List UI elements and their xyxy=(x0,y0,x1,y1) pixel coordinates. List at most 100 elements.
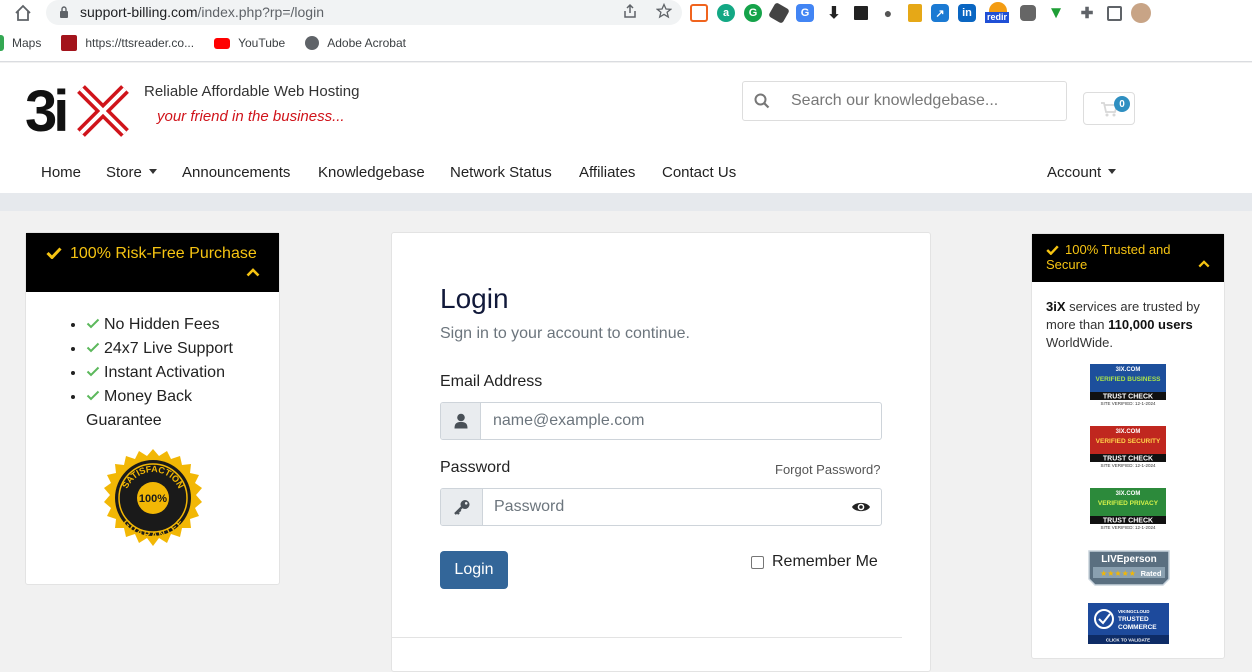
nav-affiliates[interactable]: Affiliates xyxy=(579,164,635,181)
bookmark-label: Adobe Acrobat xyxy=(327,36,406,50)
cart-count-badge: 0 xyxy=(1114,96,1130,112)
ext-grammarly-icon[interactable]: G xyxy=(744,4,762,22)
badge-text: TRUST CHECK xyxy=(1103,518,1153,525)
risk-free-panel: 100% Risk-Free Purchase No Hidden Fees 2… xyxy=(25,232,280,585)
ext-clipboard-icon[interactable] xyxy=(908,4,922,22)
share-icon[interactable] xyxy=(622,3,638,19)
site-logo[interactable]: 3i xyxy=(25,79,129,144)
badge-text: TRUST CHECK xyxy=(1103,456,1153,463)
login-subtitle: Sign in to your account to continue. xyxy=(440,325,690,342)
bookmark-label: Maps xyxy=(12,36,42,50)
bookmark-adobe[interactable]: Adobe Acrobat xyxy=(305,36,406,50)
globe-icon xyxy=(305,36,320,50)
list-item-text: Money Back Guarantee xyxy=(86,388,193,429)
remember-me[interactable]: Remember Me xyxy=(751,553,878,571)
star-icon[interactable] xyxy=(656,3,672,19)
ext-layout-icon[interactable] xyxy=(690,4,708,22)
email-input[interactable] xyxy=(493,410,873,432)
forgot-password-link[interactable]: Forgot Password? xyxy=(775,462,881,477)
ext-chart-icon[interactable]: ↗ xyxy=(931,4,949,22)
risk-free-list: No Hidden Fees 24x7 Live Support Instant… xyxy=(86,313,256,433)
vikingcloud-trusted-commerce-badge[interactable]: VIKINGCLOUD TRUSTED COMMERCE CLICK TO VA… xyxy=(1088,603,1169,644)
risk-free-header[interactable]: 100% Risk-Free Purchase xyxy=(26,233,279,292)
liveperson-rated-badge[interactable]: LIVEperson ★★★★★ Rated xyxy=(1085,549,1173,591)
list-item-text: No Hidden Fees xyxy=(104,316,220,333)
badge-text: VERIFIED BUSINESS xyxy=(1095,376,1161,383)
password-input[interactable] xyxy=(494,496,834,518)
list-item: Money Back Guarantee xyxy=(86,385,256,433)
password-input-group[interactable] xyxy=(440,488,882,526)
bookmark-maps[interactable]: Maps xyxy=(0,35,41,51)
ext-redir-label: redir xyxy=(985,12,1010,23)
eye-icon[interactable] xyxy=(851,500,871,514)
chevron-up-icon[interactable] xyxy=(246,268,260,277)
cart-button[interactable]: 0 xyxy=(1083,92,1135,125)
main-nav: Home Store Announcements Knowledgebase N… xyxy=(0,155,1252,191)
chevron-up-icon[interactable] xyxy=(1198,260,1210,268)
ext-translate-icon[interactable]: G xyxy=(796,4,814,22)
nav-store[interactable]: Store xyxy=(106,164,157,181)
trusted-secure-header[interactable]: 100% Trusted and Secure xyxy=(1032,234,1224,282)
login-title: Login xyxy=(440,283,509,314)
password-addon xyxy=(441,489,483,525)
viking-text: CLICK TO VALIDATE xyxy=(1106,638,1150,643)
check-icon xyxy=(1046,245,1059,255)
bookmark-youtube[interactable]: YouTube xyxy=(214,36,285,50)
badge-text: TRUST CHECK xyxy=(1103,394,1153,401)
nav-home[interactable]: Home xyxy=(41,164,81,181)
satisfaction-guarantee-seal: SATISFACTION 100% GUARANTEE xyxy=(104,449,202,546)
trust-check-business-badge[interactable]: 3IX.COM VERIFIED BUSINESS TRUST CHECK SI… xyxy=(1090,364,1168,406)
login-button[interactable]: Login xyxy=(440,551,508,589)
puzzle-icon[interactable]: ✚ xyxy=(1076,2,1098,24)
trusted-secure-title: 100% Trusted and Secure xyxy=(1046,242,1196,272)
badge-text: 3IX.COM xyxy=(1116,367,1141,373)
header-stripe xyxy=(0,193,1252,211)
nav-knowledgebase[interactable]: Knowledgebase xyxy=(318,164,425,181)
user-icon xyxy=(454,413,467,429)
knowledgebase-search[interactable] xyxy=(742,81,1067,121)
liveperson-rated-text: Rated xyxy=(1141,569,1162,578)
email-label: Email Address xyxy=(440,373,543,390)
list-item: 24x7 Live Support xyxy=(86,337,256,361)
ext-arrow-down-icon[interactable]: ▼ xyxy=(1045,2,1067,24)
nav-network-status[interactable]: Network Status xyxy=(450,164,552,181)
profile-avatar[interactable] xyxy=(1131,3,1151,23)
maps-icon xyxy=(0,35,4,51)
home-icon[interactable] xyxy=(12,2,34,24)
bookmark-ttsreader[interactable]: https://ttsreader.co... xyxy=(61,35,194,51)
ext-qr-icon[interactable] xyxy=(854,6,868,20)
ext-film-icon[interactable] xyxy=(1020,5,1036,21)
list-item-text: Instant Activation xyxy=(104,364,225,381)
ext-hex-icon[interactable] xyxy=(768,2,790,24)
remember-me-checkbox[interactable] xyxy=(751,555,764,569)
trust-check-security-badge[interactable]: 3IX.COM VERIFIED SECURITY TRUST CHECK SI… xyxy=(1090,426,1168,468)
site-tagline: Reliable Affordable Web Hosting xyxy=(144,83,360,100)
remember-me-label: Remember Me xyxy=(772,553,878,570)
badge-text: VERIFIED PRIVACY xyxy=(1098,500,1159,507)
badge-text: 3IX.COM xyxy=(1116,491,1141,497)
toolbar: support-billing.com/index.php?rp=/login … xyxy=(0,0,1252,26)
ext-mic-icon[interactable]: ● xyxy=(877,2,899,24)
ext-linkedin-icon[interactable]: in xyxy=(958,4,976,22)
trusted-secure-panel: 100% Trusted and Secure 3iX services are… xyxy=(1031,233,1225,659)
caret-down-icon xyxy=(1108,169,1117,174)
ext-redir-icon[interactable]: redir xyxy=(985,2,1011,24)
trust-check-privacy-badge[interactable]: 3IX.COM VERIFIED PRIVACY TRUST CHECK SIT… xyxy=(1090,488,1168,530)
sidebar-icon[interactable] xyxy=(1107,5,1122,21)
badge-text: SITE VERIFIED: 12-1-2024 xyxy=(1100,401,1156,406)
email-input-group[interactable] xyxy=(440,402,882,440)
card-divider xyxy=(392,637,902,638)
viking-text: COMMERCE xyxy=(1118,624,1157,631)
badge-text: SITE VERIFIED: 12-1-2024 xyxy=(1100,525,1156,530)
ext-download-icon[interactable]: ⬇ xyxy=(823,2,845,24)
site-header: 3i Reliable Affordable Web Hosting your … xyxy=(0,63,1252,193)
nav-announcements[interactable]: Announcements xyxy=(182,164,290,181)
ext-a-icon[interactable]: a xyxy=(717,4,735,22)
address-bar[interactable]: support-billing.com/index.php?rp=/login xyxy=(46,0,682,25)
nav-account[interactable]: Account xyxy=(1047,164,1117,181)
bookmark-label: https://ttsreader.co... xyxy=(85,36,195,50)
nav-contact-us[interactable]: Contact Us xyxy=(662,164,736,181)
trusted-text-part: WorldWide. xyxy=(1046,335,1113,350)
lock-icon xyxy=(60,6,68,18)
search-input[interactable] xyxy=(791,90,1051,112)
